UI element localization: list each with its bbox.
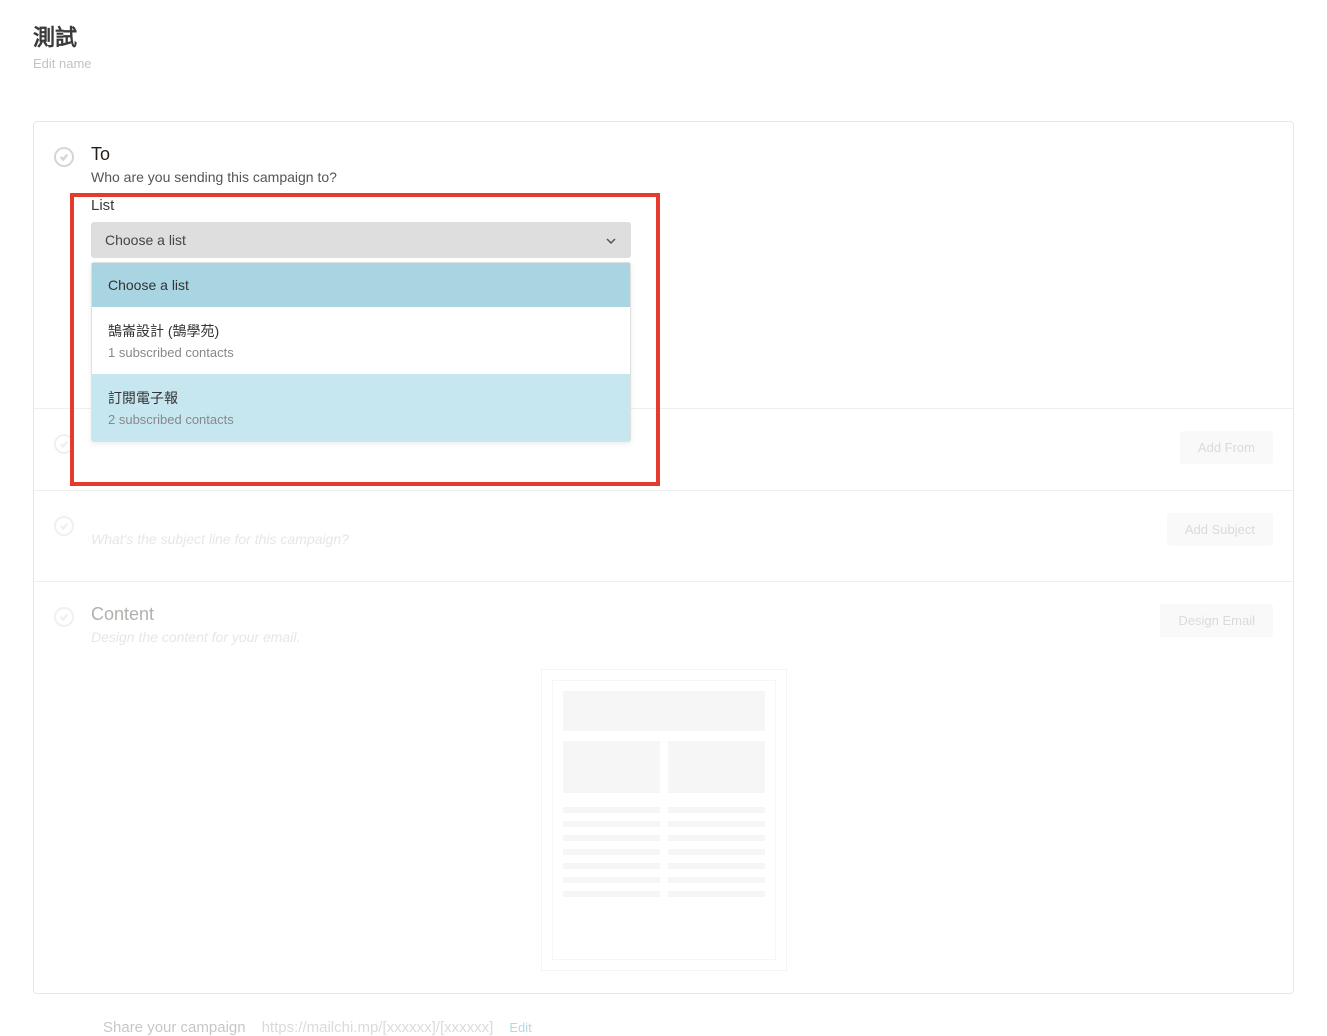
content-title: Content [91, 604, 1273, 625]
subject-desc: What's the subject line for this campaig… [91, 531, 1273, 547]
section-to: To Who are you sending this campaign to?… [34, 122, 1293, 409]
dropdown-selected-text: Choose a list [105, 232, 186, 248]
share-url: https://mailchi.mp/[xxxxxx]/[xxxxxx] [262, 1019, 494, 1036]
check-icon [54, 147, 74, 167]
check-icon [54, 516, 74, 536]
section-content: Content Design the content for your emai… [34, 582, 1293, 993]
add-subject-button[interactable]: Add Subject [1167, 513, 1273, 546]
check-icon [54, 607, 74, 627]
campaign-builder-card: To Who are you sending this campaign to?… [33, 121, 1294, 994]
to-desc: Who are you sending this campaign to? [91, 169, 1273, 185]
dropdown-option-2[interactable]: 訂閱電子報 2 subscribed contacts [92, 374, 630, 441]
add-from-button[interactable]: Add From [1180, 431, 1273, 464]
email-preview-thumbnail[interactable] [541, 669, 787, 971]
design-email-button[interactable]: Design Email [1160, 604, 1273, 637]
dropdown-option-1[interactable]: 鵠崙設計 (鵠學苑) 1 subscribed contacts [92, 307, 630, 374]
chevron-down-icon [605, 234, 617, 246]
content-desc: Design the content for your email. [91, 629, 1273, 645]
to-title: To [91, 144, 1273, 165]
list-dropdown[interactable]: Choose a list [91, 222, 631, 258]
list-label: List [91, 197, 1273, 214]
campaign-title: 測試 [33, 20, 1294, 52]
share-edit-link[interactable]: Edit [509, 1020, 531, 1035]
share-campaign-row: Share your campaign https://mailchi.mp/[… [33, 994, 1294, 1036]
dropdown-option-placeholder[interactable]: Choose a list [92, 263, 630, 307]
edit-name-link[interactable]: Edit name [33, 56, 1294, 71]
section-subject: What's the subject line for this campaig… [34, 491, 1293, 582]
share-label: Share your campaign [103, 1019, 246, 1036]
check-icon [54, 434, 74, 454]
list-dropdown-menu: Choose a list 鵠崙設計 (鵠學苑) 1 subscribed co… [91, 262, 631, 442]
